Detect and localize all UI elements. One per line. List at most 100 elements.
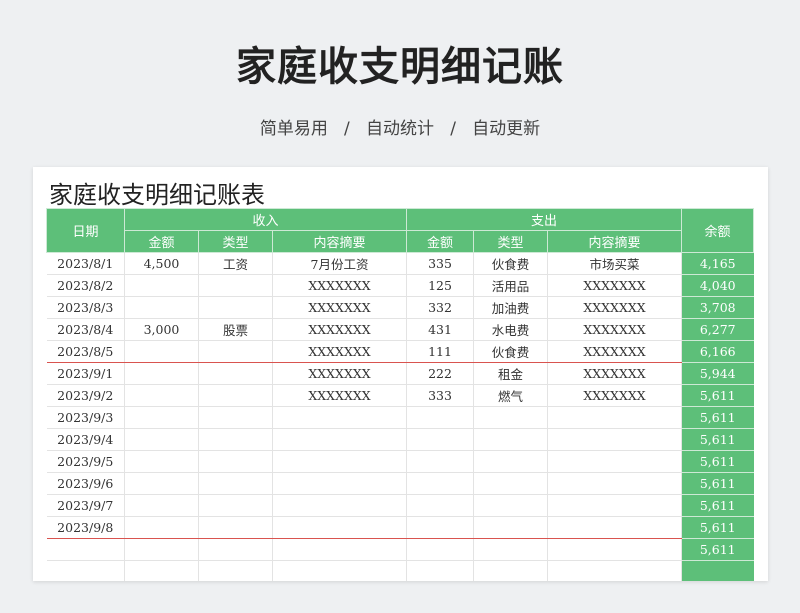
expense-type-cell[interactable] <box>473 472 548 495</box>
expense-amount-cell[interactable] <box>406 494 474 517</box>
expense-summary-cell[interactable]: 市场买菜 <box>547 252 682 275</box>
expense-type-cell[interactable]: 燃气 <box>473 384 548 407</box>
balance-cell[interactable]: 6,277 <box>681 318 754 341</box>
income-summary-cell[interactable] <box>272 560 407 581</box>
date-cell[interactable]: 2023/9/7 <box>46 494 125 517</box>
expense-amount-cell[interactable]: 431 <box>406 318 474 341</box>
expense-type-cell[interactable] <box>473 560 548 581</box>
balance-cell[interactable]: 5,611 <box>681 516 754 539</box>
income-summary-cell[interactable]: XXXXXXX <box>272 340 407 363</box>
expense-amount-cell[interactable] <box>406 450 474 473</box>
expense-type-cell[interactable] <box>473 406 548 429</box>
income-type-cell[interactable] <box>198 428 273 451</box>
expense-amount-cell[interactable]: 111 <box>406 340 474 363</box>
expense-amount-cell[interactable]: 222 <box>406 362 474 385</box>
balance-cell[interactable] <box>681 560 754 581</box>
balance-cell[interactable]: 4,165 <box>681 252 754 275</box>
income-amount-cell[interactable] <box>124 384 199 407</box>
expense-amount-cell[interactable]: 335 <box>406 252 474 275</box>
income-summary-cell[interactable] <box>272 516 407 539</box>
income-summary-cell[interactable]: XXXXXXX <box>272 318 407 341</box>
income-type-cell[interactable] <box>198 340 273 363</box>
income-type-cell[interactable] <box>198 406 273 429</box>
balance-cell[interactable]: 5,611 <box>681 384 754 407</box>
date-cell[interactable]: 2023/8/1 <box>46 252 125 275</box>
income-amount-cell[interactable]: 4,500 <box>124 252 199 275</box>
date-cell[interactable]: 2023/8/4 <box>46 318 125 341</box>
income-summary-cell[interactable] <box>272 406 407 429</box>
balance-cell[interactable]: 5,611 <box>681 472 754 495</box>
income-type-cell[interactable] <box>198 494 273 517</box>
income-summary-cell[interactable] <box>272 450 407 473</box>
expense-summary-cell[interactable]: XXXXXXX <box>547 340 682 363</box>
date-cell[interactable]: 2023/9/3 <box>46 406 125 429</box>
balance-cell[interactable]: 5,611 <box>681 406 754 429</box>
income-amount-cell[interactable] <box>124 340 199 363</box>
expense-summary-cell[interactable] <box>547 494 682 517</box>
balance-cell[interactable]: 5,611 <box>681 494 754 517</box>
expense-type-cell[interactable] <box>473 538 548 561</box>
expense-amount-cell[interactable]: 332 <box>406 296 474 319</box>
date-cell[interactable] <box>46 560 125 581</box>
income-type-cell[interactable] <box>198 362 273 385</box>
expense-summary-cell[interactable]: XXXXXXX <box>547 296 682 319</box>
expense-type-cell[interactable]: 加油费 <box>473 296 548 319</box>
income-summary-cell[interactable] <box>272 428 407 451</box>
expense-type-cell[interactable]: 伙食费 <box>473 252 548 275</box>
date-cell[interactable]: 2023/8/5 <box>46 340 125 363</box>
income-summary-cell[interactable]: XXXXXXX <box>272 274 407 297</box>
expense-summary-cell[interactable] <box>547 406 682 429</box>
income-amount-cell[interactable] <box>124 274 199 297</box>
income-amount-cell[interactable] <box>124 560 199 581</box>
expense-amount-cell[interactable] <box>406 472 474 495</box>
date-cell[interactable]: 2023/9/2 <box>46 384 125 407</box>
expense-amount-cell[interactable] <box>406 428 474 451</box>
expense-summary-cell[interactable]: XXXXXXX <box>547 384 682 407</box>
income-type-cell[interactable] <box>198 472 273 495</box>
expense-type-cell[interactable] <box>473 428 548 451</box>
income-summary-cell[interactable] <box>272 472 407 495</box>
expense-type-cell[interactable]: 伙食费 <box>473 340 548 363</box>
date-cell[interactable]: 2023/9/6 <box>46 472 125 495</box>
expense-type-cell[interactable] <box>473 450 548 473</box>
date-cell[interactable]: 2023/8/3 <box>46 296 125 319</box>
income-type-cell[interactable] <box>198 560 273 581</box>
balance-cell[interactable]: 5,611 <box>681 428 754 451</box>
income-amount-cell[interactable] <box>124 450 199 473</box>
expense-summary-cell[interactable]: XXXXXXX <box>547 274 682 297</box>
balance-cell[interactable]: 6,166 <box>681 340 754 363</box>
expense-summary-cell[interactable] <box>547 560 682 581</box>
income-amount-cell[interactable]: 3,000 <box>124 318 199 341</box>
income-type-cell[interactable] <box>198 274 273 297</box>
income-type-cell[interactable] <box>198 516 273 539</box>
expense-type-cell[interactable] <box>473 494 548 517</box>
expense-amount-cell[interactable] <box>406 516 474 539</box>
income-summary-cell[interactable]: XXXXXXX <box>272 296 407 319</box>
income-type-cell[interactable] <box>198 450 273 473</box>
income-summary-cell[interactable] <box>272 494 407 517</box>
expense-type-cell[interactable] <box>473 516 548 539</box>
income-summary-cell[interactable]: XXXXXXX <box>272 362 407 385</box>
income-summary-cell[interactable] <box>272 538 407 561</box>
expense-summary-cell[interactable] <box>547 472 682 495</box>
balance-cell[interactable]: 5,944 <box>681 362 754 385</box>
expense-summary-cell[interactable] <box>547 516 682 539</box>
income-type-cell[interactable]: 工资 <box>198 252 273 275</box>
income-amount-cell[interactable] <box>124 362 199 385</box>
expense-amount-cell[interactable]: 333 <box>406 384 474 407</box>
expense-summary-cell[interactable] <box>547 538 682 561</box>
income-type-cell[interactable] <box>198 296 273 319</box>
income-type-cell[interactable]: 股票 <box>198 318 273 341</box>
expense-amount-cell[interactable] <box>406 560 474 581</box>
income-summary-cell[interactable]: XXXXXXX <box>272 384 407 407</box>
date-cell[interactable]: 2023/9/1 <box>46 362 125 385</box>
date-cell[interactable]: 2023/9/8 <box>46 516 125 539</box>
expense-type-cell[interactable]: 活用品 <box>473 274 548 297</box>
balance-cell[interactable]: 4,040 <box>681 274 754 297</box>
date-cell[interactable]: 2023/8/2 <box>46 274 125 297</box>
income-amount-cell[interactable] <box>124 538 199 561</box>
income-amount-cell[interactable] <box>124 516 199 539</box>
expense-type-cell[interactable]: 水电费 <box>473 318 548 341</box>
expense-summary-cell[interactable]: XXXXXXX <box>547 362 682 385</box>
expense-summary-cell[interactable]: XXXXXXX <box>547 318 682 341</box>
